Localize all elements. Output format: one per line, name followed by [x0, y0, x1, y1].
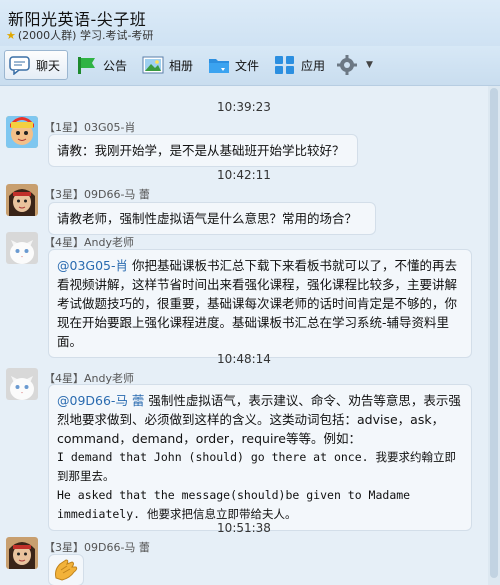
message-list[interactable]: ✕ 10:39:23 【1星】03G05-肖 请教：我刚开始学，是不是从基础班开… [0, 86, 500, 585]
group-info: (2000人群) 学习.考试-考研 [17, 29, 154, 42]
avatar[interactable] [6, 184, 38, 216]
message-timestamp: 10:48:14 [217, 352, 271, 366]
message-bubble: 请教：我刚开始学，是不是从基础班开始学比较好？ [48, 134, 358, 167]
toolbar: 聊天 公告 相册 文件 应用 ▼ [0, 46, 500, 86]
tab-chat[interactable]: 聊天 [4, 50, 68, 80]
message-timestamp: 10:51:38 [217, 521, 271, 535]
tab-apps[interactable]: 应用 [274, 50, 325, 80]
message-text: 请教：我刚开始学，是不是从基础班开始学比较好？ [57, 143, 345, 158]
tab-announcement-label: 公告 [103, 58, 128, 73]
gear-icon [336, 55, 358, 75]
avatar[interactable] [6, 116, 38, 148]
message-bubble: 请教老师，强制性虚拟语气是什么意思？常用的场合？ [48, 202, 376, 235]
tab-apps-label: 应用 [301, 58, 326, 73]
tab-album-label: 相册 [169, 58, 194, 73]
sender-name: 【1星】03G05-肖 [44, 121, 136, 134]
avatar[interactable] [6, 232, 38, 264]
tab-album[interactable]: 相册 [142, 50, 193, 80]
tab-chat-label: 聊天 [36, 58, 61, 73]
folder-icon [208, 55, 230, 75]
example-sentence: I demand that John (should) go there at … [57, 450, 456, 483]
settings-menu[interactable]: ▼ [336, 50, 373, 80]
chat-bubble-icon [9, 55, 31, 76]
message-text: 请教老师，强制性虚拟语气是什么意思？常用的场合？ [57, 211, 358, 226]
clapping-hands-icon [55, 559, 78, 581]
message-bubble: @09D66-马 蕾 强制性虚拟语气，表示建议、命令、劝告等意思，表示强烈地要求… [48, 384, 472, 531]
avatar[interactable] [6, 368, 38, 400]
example-sentence: He asked that the message(should)be give… [57, 488, 411, 521]
message-timestamp: 10:39:23 [217, 100, 271, 114]
avatar[interactable] [6, 537, 38, 569]
mention-tag[interactable]: @03G05-肖 [57, 258, 128, 273]
tab-files[interactable]: 文件 [208, 50, 259, 80]
tab-announcement[interactable]: 公告 [76, 50, 127, 80]
apps-grid-icon [274, 55, 296, 75]
photo-icon [142, 55, 164, 75]
megaphone-icon [76, 55, 98, 75]
mention-tag[interactable]: @09D66-马 蕾 [57, 393, 144, 408]
message-bubble: @03G05-肖 你把基础课板书汇总下载下来看板书就可以了，不懂的再去看视频讲解… [48, 249, 472, 358]
scrollbar[interactable] [488, 86, 500, 585]
tab-files-label: 文件 [235, 58, 260, 73]
group-subtitle: ★ (2000人群) 学习.考试-考研 [6, 27, 153, 43]
sender-name: 【3星】09D66-马 蕾 [44, 541, 150, 554]
sender-name: 【3星】09D66-马 蕾 [44, 188, 150, 201]
message-timestamp: 10:42:11 [217, 168, 271, 182]
scroll-thumb[interactable] [490, 88, 498, 578]
chevron-down-icon: ▼ [366, 60, 373, 70]
sender-name: 【4星】Andy老师 [44, 236, 134, 249]
message-bubble [48, 554, 84, 585]
star-icon: ★ [6, 28, 16, 42]
group-header: 新阳光英语-尖子班 ★ (2000人群) 学习.考试-考研 [0, 0, 500, 46]
chat-window: 新阳光英语-尖子班 ★ (2000人群) 学习.考试-考研 聊天 公告 相册 文… [0, 0, 500, 585]
